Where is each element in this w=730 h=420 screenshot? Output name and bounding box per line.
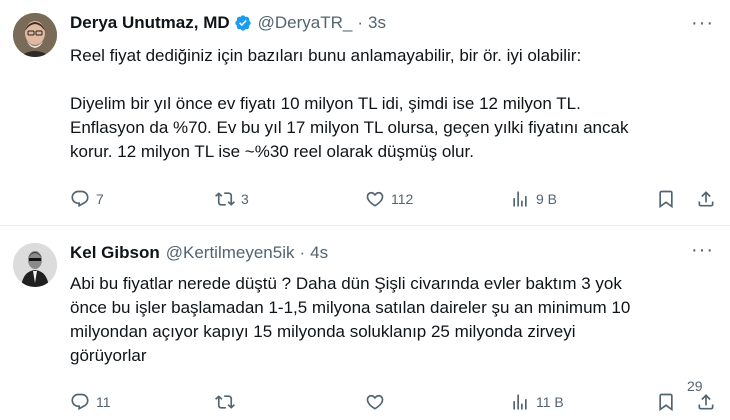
retweet-button[interactable] (215, 389, 241, 415)
avatar[interactable] (13, 13, 57, 57)
reply-button[interactable]: 11 (70, 389, 111, 415)
tweet-text-line: Reel fiyat dediğiniz için bazıları bunu … (70, 46, 582, 65)
share-icon (698, 191, 714, 207)
like-button[interactable]: 29 (365, 378, 703, 415)
share-icon (698, 394, 714, 410)
views-icon (513, 394, 527, 410)
views-count: 11 B (536, 394, 564, 410)
tweet-2[interactable]: Kel Gibson @Kertilmeyen5ik · 4s ··· Abi … (0, 227, 730, 420)
retweet-icon (215, 192, 235, 206)
author-name[interactable]: Kel Gibson (70, 243, 160, 263)
retweet-button[interactable]: 3 (215, 186, 249, 212)
views-count: 9 B (536, 191, 558, 207)
tweet-1[interactable]: Derya Unutmaz, MD @DeryaTR_ · 3s ··· Ree… (0, 0, 730, 226)
share-button[interactable] (696, 389, 716, 415)
reply-button[interactable]: 7 (70, 186, 104, 212)
verified-badge-icon (234, 14, 252, 32)
tweet-text-line: Enflasyon da %70. Ev bu yıl 17 milyon TL… (70, 118, 629, 137)
tweet-text-line: görüyorlar (70, 346, 147, 365)
separator: · (357, 13, 364, 32)
action-bar: 11 29 11 B (70, 378, 720, 415)
share-button[interactable] (696, 186, 716, 212)
tweet-text: Reel fiyat dediğiniz için bazıları bunu … (70, 44, 720, 164)
tweet-text-line: Diyelim bir yıl önce ev fiyatı 10 milyon… (70, 94, 581, 113)
retweet-icon (215, 395, 235, 409)
tweet-header: Derya Unutmaz, MD @DeryaTR_ · 3s (70, 13, 386, 33)
views-button[interactable]: 9 B (510, 186, 557, 212)
more-icon[interactable]: ··· (691, 12, 714, 35)
views-button[interactable]: 11 B (510, 389, 564, 415)
tweet-header: Kel Gibson @Kertilmeyen5ik · 4s (70, 243, 328, 263)
separator: · (299, 243, 306, 262)
bookmark-button[interactable] (656, 389, 676, 415)
views-icon (513, 191, 527, 207)
reply-count: 7 (96, 191, 104, 207)
reply-icon (71, 190, 89, 208)
more-icon[interactable]: ··· (691, 239, 714, 262)
like-button[interactable]: 112 (365, 186, 413, 212)
reply-icon (71, 393, 89, 411)
retweet-count: 3 (241, 191, 249, 207)
avatar[interactable] (13, 243, 57, 287)
tweet-text: Abi bu fiyatlar nerede düştü ? Daha dün … (70, 272, 720, 368)
author-handle[interactable]: @Kertilmeyen5ik (166, 243, 295, 263)
tweet-text-line (70, 68, 720, 92)
bookmark-button[interactable] (656, 186, 676, 212)
bookmark-icon (659, 393, 673, 412)
timestamp[interactable]: 4s (310, 243, 328, 263)
like-count: 112 (391, 191, 414, 207)
like-icon (366, 191, 384, 207)
timestamp[interactable]: 3s (368, 13, 386, 33)
action-bar: 7 3 112 9 B (70, 186, 720, 212)
bookmark-icon (659, 190, 673, 209)
tweet-text-line: korur. 12 milyon TL ise ~%30 reel olarak… (70, 142, 474, 161)
author-handle[interactable]: @DeryaTR_ (258, 13, 353, 33)
author-name[interactable]: Derya Unutmaz, MD (70, 13, 230, 33)
tweet-text-line: Abi bu fiyatlar nerede düştü ? Daha dün … (70, 274, 622, 293)
tweet-text-line: milyondan açıyor kapıyı 15 milyonda solu… (70, 322, 576, 341)
reply-count: 11 (96, 394, 111, 410)
like-icon (366, 394, 384, 410)
tweet-text-line: önce bu işler başlamadan 1-1,5 milyona s… (70, 298, 631, 317)
